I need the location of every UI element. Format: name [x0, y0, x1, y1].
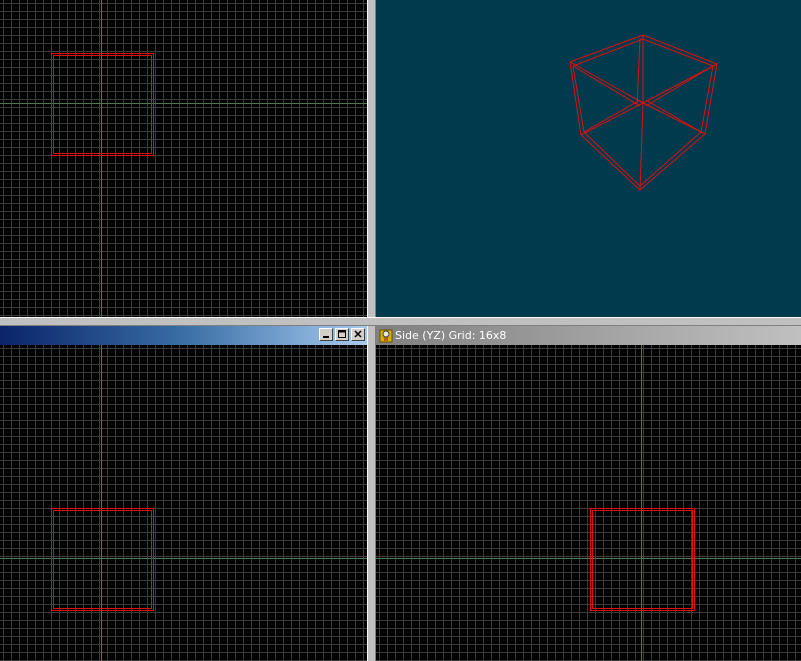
minimize-button[interactable] — [319, 328, 333, 341]
top-left-grid-overlay — [0, 0, 367, 317]
top-right-3d-viewport[interactable] — [376, 0, 801, 317]
brush-outline-inner — [53, 55, 152, 154]
horizontal-splitter[interactable] — [0, 317, 801, 326]
close-button[interactable] — [351, 328, 365, 341]
brush-outline-inner — [592, 510, 693, 609]
svg-text:W: W — [384, 337, 389, 343]
bottom-left-titlebar[interactable] — [0, 326, 367, 345]
bottom-right-grid-viewport[interactable] — [376, 345, 801, 661]
brush-outline[interactable] — [51, 53, 154, 156]
bottom-right-grid-overlay — [376, 345, 801, 661]
editor-window: W Side (YZ) Grid: 16x8 — [0, 0, 801, 661]
app-icon: W — [379, 328, 393, 343]
window-controls — [319, 328, 365, 341]
minimize-icon — [323, 336, 329, 338]
cube-edges — [569, 34, 718, 191]
bottom-left-grid-viewport[interactable] — [0, 345, 367, 661]
brush-outline-inner — [53, 510, 152, 609]
close-icon — [354, 330, 362, 338]
vertical-splitter[interactable] — [367, 0, 376, 661]
maximize-button[interactable] — [335, 328, 349, 341]
bottom-right-titlebar[interactable]: W Side (YZ) Grid: 16x8 — [376, 326, 801, 345]
bottom-right-title: Side (YZ) Grid: 16x8 — [395, 329, 507, 342]
top-left-grid-viewport[interactable] — [0, 0, 367, 317]
maximize-icon — [338, 330, 346, 338]
brush-outline[interactable] — [590, 508, 695, 611]
brush-outline[interactable] — [51, 508, 154, 611]
bottom-left-grid-overlay — [0, 345, 367, 661]
wireframe-cube — [569, 34, 718, 191]
